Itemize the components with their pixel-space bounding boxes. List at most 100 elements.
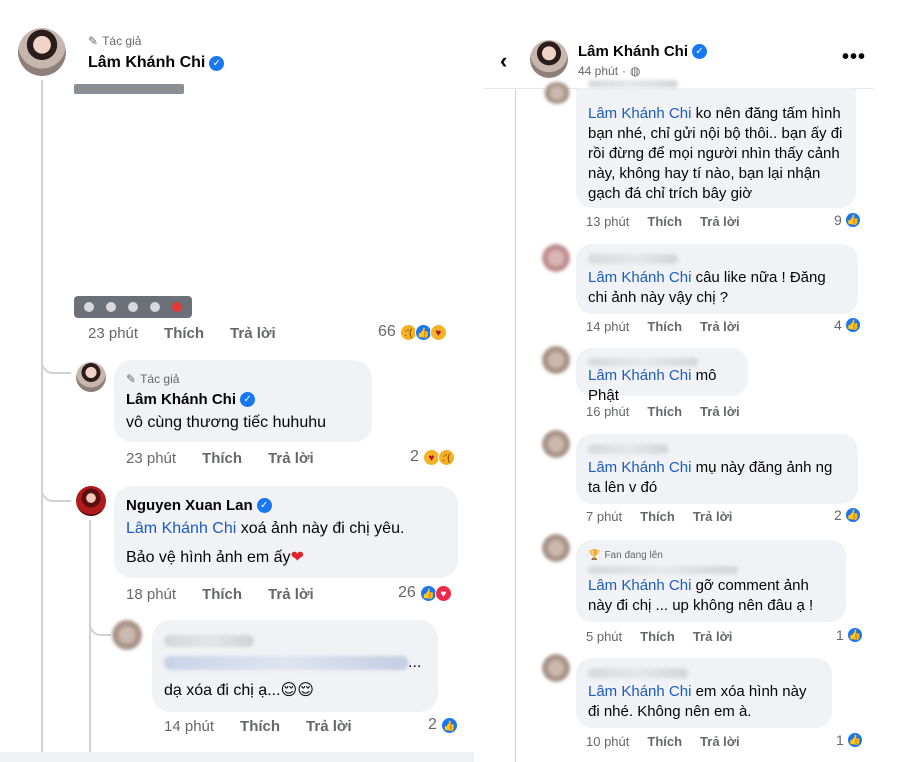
reaction-summary[interactable]: 66 :'( 👍 ♥ — [378, 323, 447, 341]
like-button[interactable]: Thích — [647, 734, 682, 749]
comment-text: Lâm Khánh Chi mô Phật — [588, 367, 717, 404]
comment-author[interactable]: Lâm Khánh Chi ✓ — [126, 391, 256, 408]
mention-link[interactable]: Lâm Khánh Chi — [588, 577, 691, 594]
reaction-count: 66 — [378, 323, 396, 340]
like-button[interactable]: Thích — [640, 509, 675, 524]
blurred-author-name — [588, 358, 698, 366]
end-call-icon — [172, 302, 182, 312]
avatar[interactable] — [542, 534, 570, 562]
blurred-author-name — [588, 668, 688, 678]
reaction-summary[interactable]: 2 👍 — [428, 716, 458, 734]
like-button[interactable]: Thích — [647, 214, 682, 229]
reaction-summary[interactable]: 26 👍 ♥ — [398, 584, 452, 602]
comment-text: Lâm Khánh Chi câu like nữa ! Đăng chi ản… — [588, 269, 826, 306]
avatar[interactable] — [542, 346, 570, 374]
reaction-summary[interactable]: 1 👍 — [836, 732, 863, 748]
comment-text: Lâm Khánh Chi em xóa hình này đi nhé. Kh… — [588, 683, 807, 720]
avatar[interactable] — [76, 362, 106, 392]
back-arrow-icon[interactable]: ‹ — [500, 48, 507, 74]
comment-bubble: Lâm Khánh Chi mô Phật — [576, 348, 748, 404]
avatar[interactable] — [76, 486, 106, 516]
reaction-summary[interactable]: 1 👍 — [836, 627, 863, 643]
thread-connector — [89, 610, 111, 636]
reply-button[interactable]: Trả lời — [693, 629, 733, 644]
reply-button[interactable]: Trả lời — [268, 586, 314, 603]
post-actions: 23 phút Thích Trả lời — [88, 325, 302, 342]
comment-author[interactable]: Nguyen Xuan Lan ✓ — [126, 497, 272, 514]
mention-link[interactable]: Lâm Khánh Chi — [588, 459, 691, 476]
like-button[interactable]: Thích — [640, 629, 675, 644]
author-name[interactable]: Lâm Khánh Chi ✓ — [88, 54, 225, 72]
timestamp: 14 phút — [164, 718, 215, 735]
comment-text: Lâm Khánh Chi xoá ảnh này đi chị yêu. — [126, 520, 405, 537]
header-name[interactable]: Lâm Khánh Chi ✓ — [578, 43, 708, 60]
comment-actions: 5 phút Thích Trả lời — [586, 629, 750, 644]
like-button[interactable]: Thích — [202, 586, 242, 603]
comment-actions: 10 phút Thích Trả lời — [586, 734, 758, 749]
comment-bubble: 🏆 Fan đang lên Lâm Khánh Chi gỡ comment … — [576, 540, 846, 622]
comment-text: dạ xóa đi chị ạ...😌😌 — [164, 682, 314, 699]
blurred-author-name — [588, 566, 738, 574]
reaction-summary[interactable]: 4 👍 — [834, 317, 861, 333]
thread-connector — [41, 346, 71, 374]
comment-actions: 7 phút Thích Trả lời — [586, 509, 750, 524]
comment-bubble: Lâm Khánh Chi câu like nữa ! Đăng chi ản… — [576, 244, 858, 314]
avatar[interactable] — [542, 654, 570, 682]
attached-image[interactable] — [74, 84, 192, 318]
comment-actions: 16 phút Thích Trả lời — [586, 404, 758, 419]
effects-icon — [128, 302, 138, 312]
comment-actions: 14 phút Thích Trả lời — [586, 319, 758, 334]
avatar[interactable] — [530, 40, 568, 78]
reply-button[interactable]: Trả lời — [268, 450, 314, 467]
reaction-count: 2 — [410, 448, 419, 465]
timestamp: 14 phút — [586, 319, 630, 334]
mention-link[interactable]: Lâm Khánh Chi — [588, 683, 691, 700]
reply-button[interactable]: Trả lời — [700, 404, 740, 419]
avatar[interactable] — [542, 430, 570, 458]
like-button[interactable]: Thích — [202, 450, 242, 467]
comment-bubble: Lâm Khánh Chi mụ này đăng ảnh ng ta lên … — [576, 434, 858, 504]
comment-bubble: ✎ Tác giả Lâm Khánh Chi ✓ vô cùng thương… — [114, 360, 372, 442]
trophy-icon: 🏆 — [588, 550, 601, 561]
pen-icon: ✎ — [88, 34, 99, 48]
heart-reaction-icon: ♥ — [434, 584, 452, 602]
reply-button[interactable]: Trả lời — [700, 214, 740, 229]
comment-bubble: Lâm Khánh Chi ko nên đăng tấm hình bạn n… — [576, 80, 856, 208]
reaction-count: 1 — [836, 627, 844, 643]
reply-button[interactable]: Trả lời — [306, 718, 352, 735]
reply-button[interactable]: Trả lời — [230, 325, 276, 342]
author-tag: ✎ Tác giả — [126, 372, 180, 386]
mention-link[interactable]: Lâm Khánh Chi — [126, 520, 236, 537]
reaction-summary[interactable]: 2 ♥ :'( — [410, 448, 455, 466]
like-button[interactable]: Thích — [647, 319, 682, 334]
reaction-summary[interactable]: 9 👍 — [834, 212, 861, 228]
more-options-icon[interactable]: ••• — [842, 46, 866, 69]
reaction-summary[interactable]: 2 👍 — [834, 507, 861, 523]
mic-icon — [106, 302, 116, 312]
sad-reaction-icon: :'( — [437, 448, 455, 466]
avatar[interactable] — [18, 28, 66, 76]
comment-actions: 18 phút Thích Trả lời — [126, 586, 340, 603]
mention-link[interactable]: Lâm Khánh Chi — [588, 367, 691, 384]
like-reaction-icon: 👍 — [844, 507, 861, 523]
mention-link[interactable]: Lâm Khánh Chi — [588, 105, 691, 122]
timestamp: 44 phút — [578, 64, 619, 78]
like-button[interactable]: Thích — [647, 404, 682, 419]
like-reaction-icon: 👍 — [846, 732, 863, 748]
mention-link[interactable]: Lâm Khánh Chi — [588, 269, 691, 286]
comment-text: Lâm Khánh Chi ko nên đăng tấm hình bạn n… — [588, 105, 843, 202]
blurred-author-name — [588, 444, 668, 454]
timestamp: 10 phút — [586, 734, 630, 749]
blurred-author-name — [588, 254, 678, 264]
avatar[interactable] — [542, 244, 570, 272]
blurred-author-name — [164, 632, 254, 650]
reply-button[interactable]: Trả lời — [700, 319, 740, 334]
reply-button[interactable]: Trả lời — [693, 509, 733, 524]
avatar[interactable] — [544, 82, 570, 104]
reply-button[interactable]: Trả lời — [700, 734, 740, 749]
like-button[interactable]: Thích — [240, 718, 280, 735]
like-button[interactable]: Thích — [164, 325, 204, 342]
timestamp: 5 phút — [586, 629, 623, 644]
comment-text-line2: Bảo vệ hình ảnh em ấy❤ — [126, 549, 304, 566]
avatar[interactable] — [112, 620, 142, 650]
